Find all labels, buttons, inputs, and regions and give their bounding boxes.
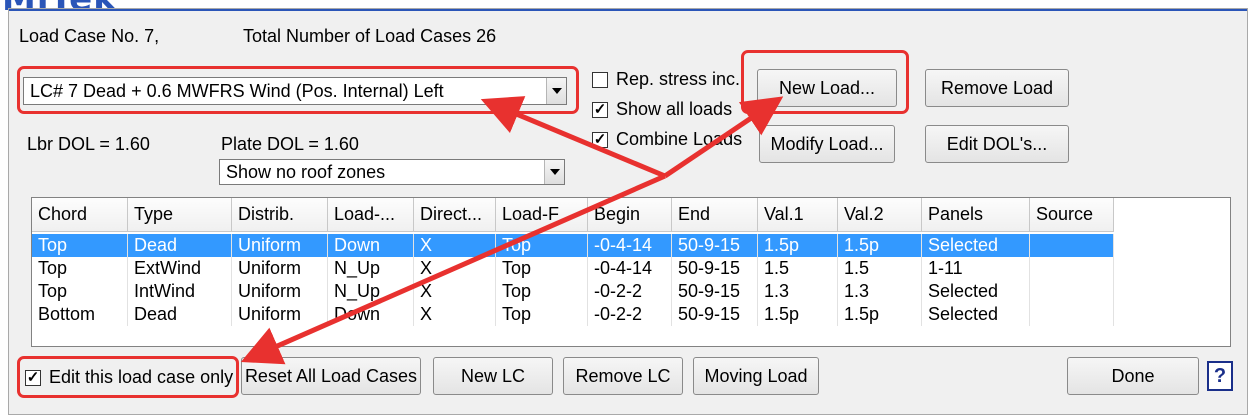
- table-cell: Uniform: [232, 234, 328, 257]
- loads-table: Chord Type Distrib. Load-... Direct... Load-F…: [31, 197, 1231, 347]
- checkmark-icon[interactable]: ✓: [592, 131, 608, 148]
- column-header[interactable]: Source: [1030, 198, 1114, 232]
- table-cell: 1.5p: [838, 234, 922, 257]
- checkbox-box[interactable]: [592, 71, 608, 88]
- table-cell: Down: [328, 303, 414, 326]
- column-header[interactable]: Type: [128, 198, 232, 232]
- done-button[interactable]: Done: [1067, 357, 1199, 395]
- table-cell: 50-9-15: [672, 257, 758, 280]
- combine-loads-checkbox[interactable]: ✓ Combine Loads: [592, 129, 742, 150]
- table-cell: 1.3: [838, 280, 922, 303]
- table-cell: 1.5p: [758, 303, 838, 326]
- column-header[interactable]: Distrib.: [232, 198, 328, 232]
- table-cell: 1.3: [758, 280, 838, 303]
- column-header[interactable]: Panels: [922, 198, 1030, 232]
- column-header[interactable]: Chord: [32, 198, 128, 232]
- table-cell: Top: [32, 257, 128, 280]
- column-header[interactable]: Load-F: [496, 198, 588, 232]
- table-cell: Top: [32, 234, 128, 257]
- column-header[interactable]: Direct...: [414, 198, 496, 232]
- show-all-loads-checkbox[interactable]: ✓ Show all loads: [592, 99, 732, 120]
- table-cell: Down: [328, 234, 414, 257]
- table-cell: Dead: [128, 303, 232, 326]
- table-cell: Uniform: [232, 303, 328, 326]
- table-cell: 1.5: [758, 257, 838, 280]
- new-lc-button[interactable]: New LC: [433, 357, 553, 395]
- table-cell: ExtWind: [128, 257, 232, 280]
- column-header[interactable]: Begin: [588, 198, 672, 232]
- highlight-new-load-button: [741, 50, 909, 114]
- table-cell: Selected: [922, 303, 1030, 326]
- load-case-number-label: Load Case No. 7,: [19, 26, 160, 46]
- table-row[interactable]: Top IntWind Uniform N_Up X Top -0-2-2 50-9-15 1.…: [32, 280, 1114, 303]
- highlight-load-case-select: [17, 66, 579, 114]
- table-cell: Uniform: [232, 257, 328, 280]
- table-cell: 1.5: [838, 257, 922, 280]
- table-cell: [1030, 234, 1114, 257]
- table-cell: Selected: [922, 280, 1030, 303]
- roof-zone-select-value: Show no roof zones: [226, 161, 386, 182]
- table-cell: 50-9-15: [672, 303, 758, 326]
- table-row[interactable]: Bottom Dead Uniform Down X Top -0-2-2 50-9-15 1.…: [32, 303, 1114, 326]
- column-header[interactable]: End: [672, 198, 758, 232]
- rep-stress-label: Rep. stress inc.: [616, 69, 741, 89]
- table-cell: Top: [496, 257, 588, 280]
- checkmark-icon[interactable]: ✓: [592, 101, 608, 118]
- remove-lc-button[interactable]: Remove LC: [563, 357, 683, 395]
- table-cell: Uniform: [232, 280, 328, 303]
- table-cell: N_Up: [328, 280, 414, 303]
- table-cell: X: [414, 280, 496, 303]
- table-cell: Top: [496, 234, 588, 257]
- table-cell: IntWind: [128, 280, 232, 303]
- show-all-loads-label: Show all loads: [616, 99, 733, 119]
- table-cell: -0-4-14: [588, 257, 672, 280]
- table-cell: -0-2-2: [588, 303, 672, 326]
- table-cell: Dead: [128, 234, 232, 257]
- table-cell: Bottom: [32, 303, 128, 326]
- plate-dol-label: Plate DOL = 1.60: [221, 134, 359, 154]
- table-cell: [1030, 280, 1114, 303]
- table-cell: -0-4-14: [588, 234, 672, 257]
- table-cell: 50-9-15: [672, 234, 758, 257]
- total-load-cases-label: Total Number of Load Cases 26: [243, 26, 497, 46]
- table-cell: 1-11: [922, 257, 1030, 280]
- modify-load-button[interactable]: Modify Load...: [759, 125, 895, 163]
- table-cell: X: [414, 234, 496, 257]
- table-header: Chord Type Distrib. Load-... Direct... Load-F…: [32, 198, 1114, 232]
- table-cell: X: [414, 303, 496, 326]
- help-icon[interactable]: ?: [1207, 361, 1233, 391]
- table-cell: N_Up: [328, 257, 414, 280]
- highlight-edit-this-load-case-only: [17, 356, 239, 398]
- table-cell: [1030, 257, 1114, 280]
- remove-load-button[interactable]: Remove Load: [925, 69, 1069, 107]
- table-cell: -0-2-2: [588, 280, 672, 303]
- table-cell: 1.5p: [758, 234, 838, 257]
- column-header[interactable]: Val.1: [758, 198, 838, 232]
- table-cell: 50-9-15: [672, 280, 758, 303]
- reset-all-load-cases-button[interactable]: Reset All Load Cases: [241, 357, 421, 395]
- table-cell: Top: [496, 303, 588, 326]
- moving-load-button[interactable]: Moving Load: [693, 357, 819, 395]
- column-header[interactable]: Load-...: [328, 198, 414, 232]
- table-cell: Top: [496, 280, 588, 303]
- edit-dols-button[interactable]: Edit DOL's...: [925, 125, 1069, 163]
- table-row[interactable]: Top Dead Uniform Down X Top -0-4-14 50-9-15 1.5p…: [32, 234, 1114, 257]
- lbr-dol-label: Lbr DOL = 1.60: [27, 134, 150, 154]
- table-cell: Top: [32, 280, 128, 303]
- roof-zone-select[interactable]: Show no roof zones: [219, 159, 565, 185]
- table-row[interactable]: Top ExtWind Uniform N_Up X Top -0-4-14 50-9-15 1…: [32, 257, 1114, 280]
- table-cell: [1030, 303, 1114, 326]
- rep-stress-checkbox[interactable]: Rep. stress inc.: [592, 69, 740, 90]
- column-header[interactable]: Val.2: [838, 198, 922, 232]
- combine-loads-label: Combine Loads: [616, 129, 743, 149]
- table-cell: 1.5p: [838, 303, 922, 326]
- table-cell: Selected: [922, 234, 1030, 257]
- chevron-down-icon[interactable]: [544, 160, 564, 184]
- table-cell: X: [414, 257, 496, 280]
